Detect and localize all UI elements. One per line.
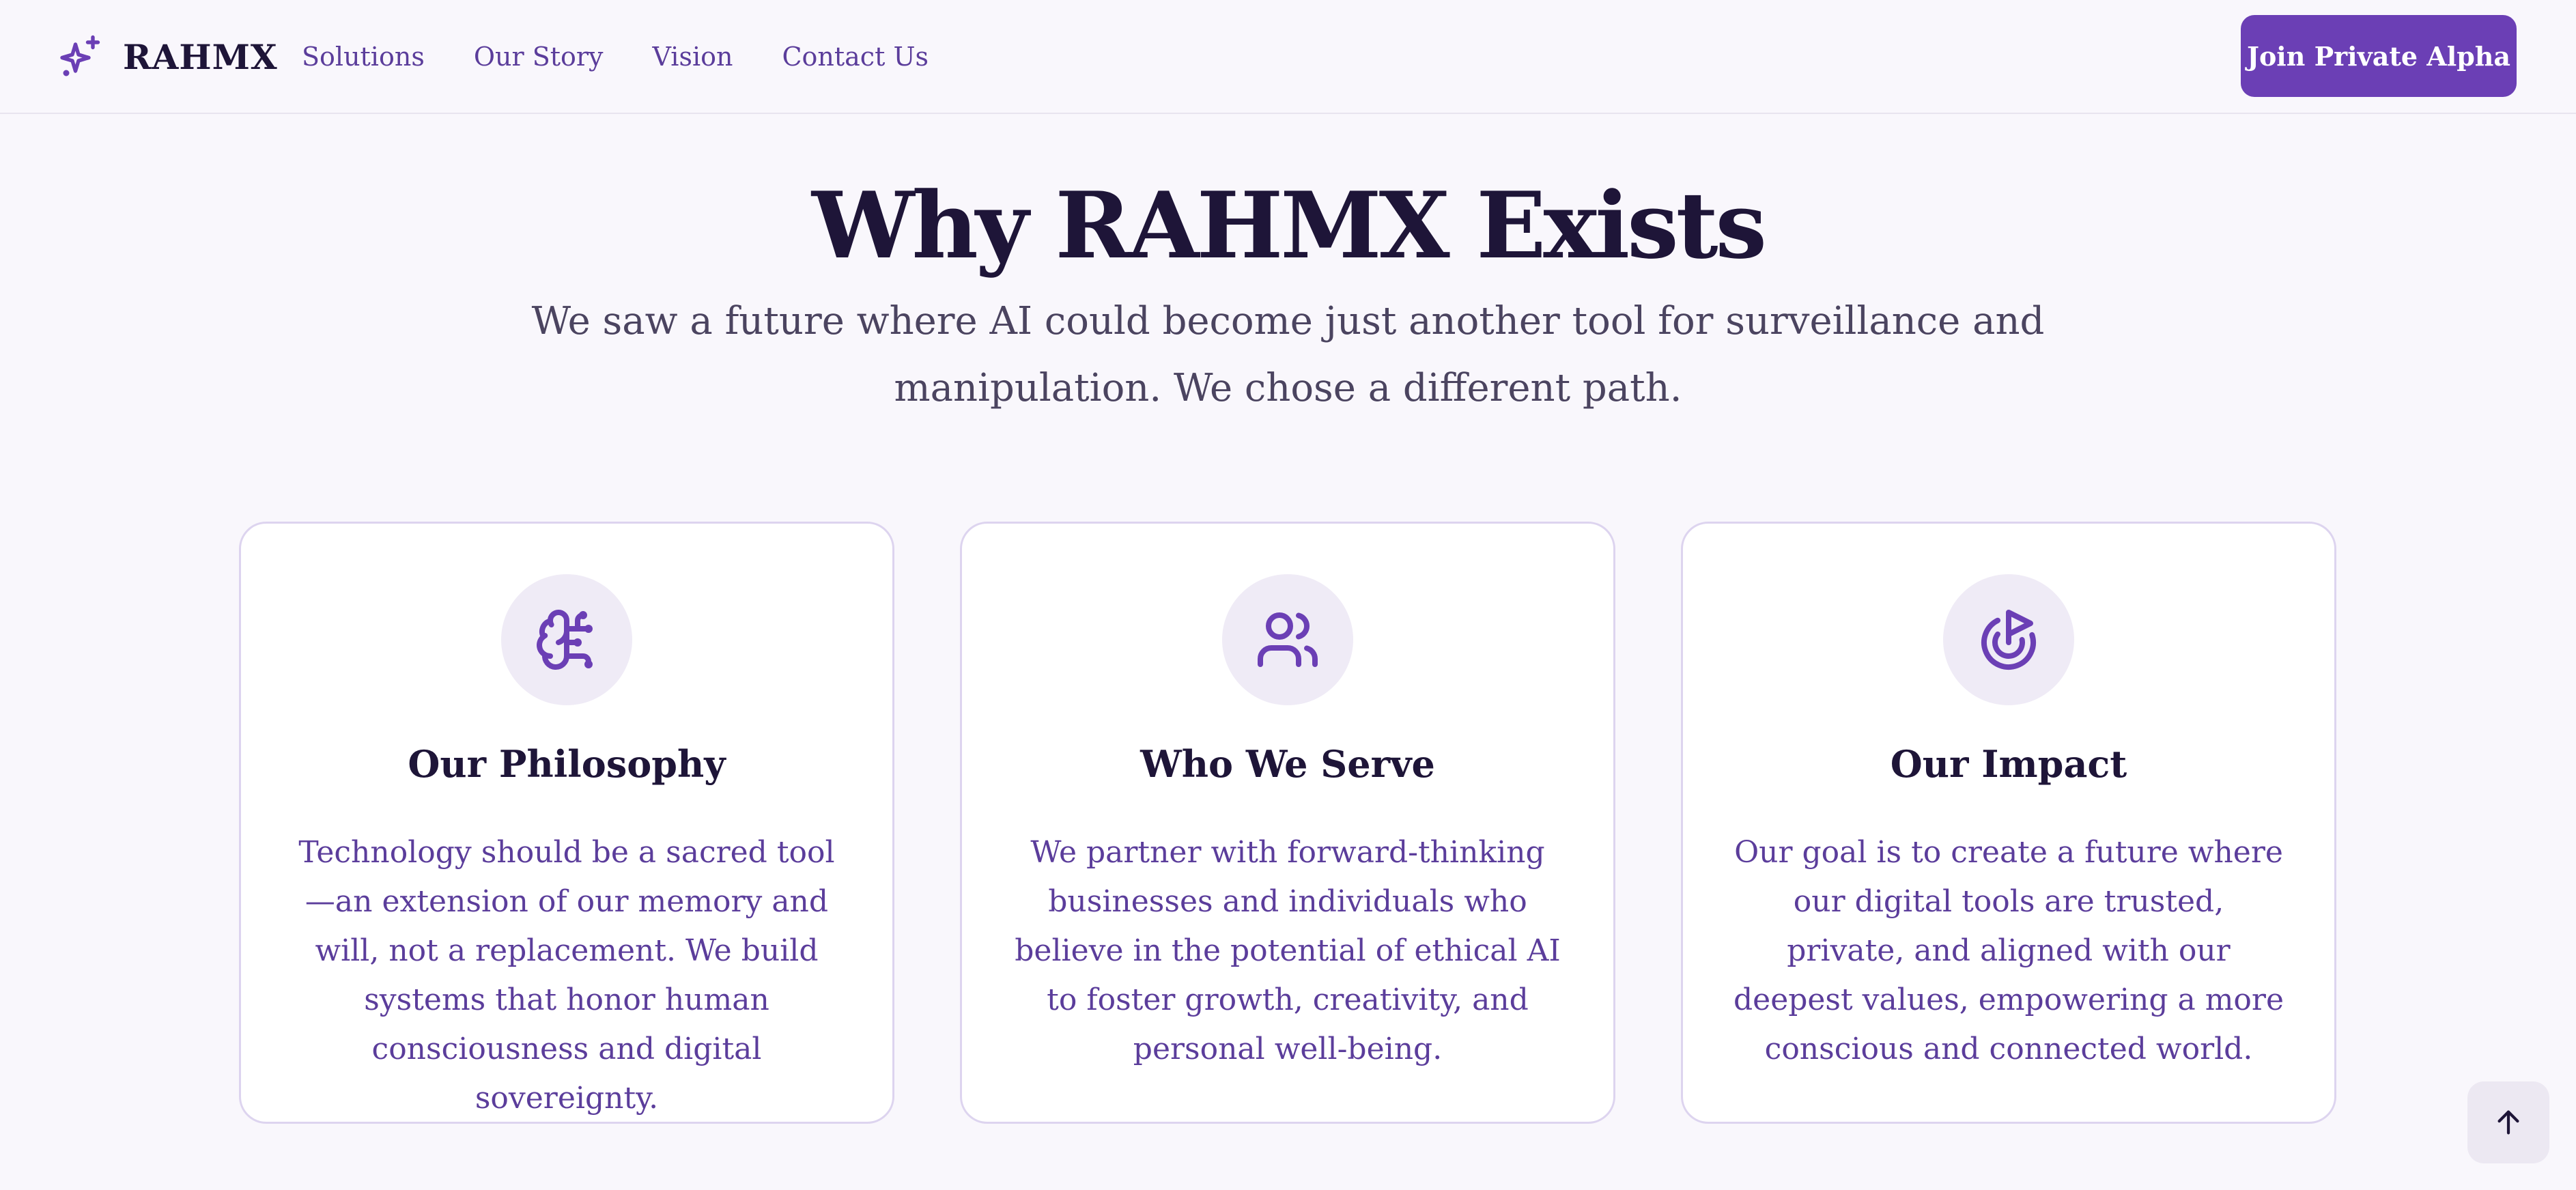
card-description: We partner with forward-thinking busines…: [1015, 835, 1561, 1066]
brand-name: RAHMX: [123, 36, 278, 77]
card-title: Our Impact: [1890, 742, 2127, 786]
card-description: Technology should be a sacred tool—an ex…: [298, 835, 835, 1116]
nav-link-our-story[interactable]: Our Story: [474, 38, 604, 75]
card-title: Who We Serve: [1140, 742, 1435, 786]
nav-link-vision[interactable]: Vision: [653, 38, 733, 75]
target-icon: [1981, 610, 2036, 670]
join-private-alpha-button[interactable]: Join Private Alpha: [2241, 15, 2517, 97]
sparkles-icon: [60, 35, 100, 76]
card-icon-badge: [1222, 574, 1353, 705]
brain-icon: [537, 609, 593, 670]
page-title: Why RAHMX Exists: [811, 171, 1767, 279]
main-nav: Solutions Our Story Vision Contact Us: [302, 38, 978, 75]
card-description: Our goal is to create a future where our…: [1733, 835, 2284, 1066]
card-who-we-serve: Who We Serve We partner with forward-thi…: [960, 522, 1615, 1124]
top-navbar: RAHMX Solutions Our Story Vision Contact…: [0, 0, 2576, 114]
card-our-impact: Our Impact Our goal is to create a futur…: [1681, 522, 2336, 1124]
users-icon: [1258, 612, 1318, 667]
nav-link-solutions[interactable]: Solutions: [302, 38, 425, 75]
nav-link-contact-us[interactable]: Contact Us: [782, 38, 929, 75]
card-icon-badge: [1943, 574, 2074, 705]
brand-logo[interactable]: RAHMX: [56, 30, 278, 83]
card-title: Our Philosophy: [408, 742, 726, 786]
page-subtitle: We saw a future where AI could become ju…: [531, 299, 2045, 410]
arrow-up-icon: [2497, 1110, 2519, 1135]
card-icon-badge: [501, 574, 632, 705]
scroll-to-top-button[interactable]: [2467, 1081, 2549, 1163]
card-our-philosophy: Our Philosophy Technology should be a sa…: [239, 522, 894, 1124]
